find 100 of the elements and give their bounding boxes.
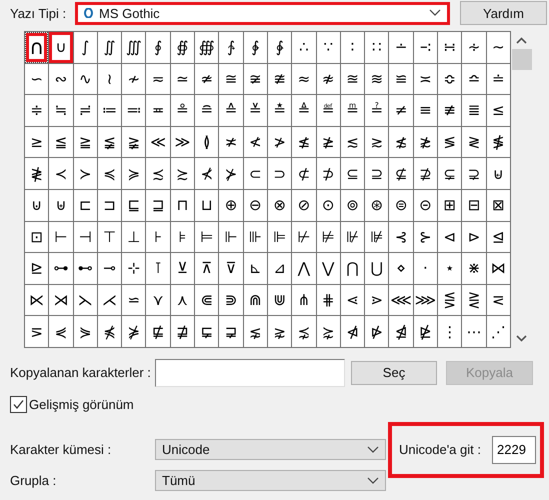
character-cell[interactable]: ⊺	[146, 253, 170, 284]
character-cell[interactable]: ∲	[244, 32, 267, 63]
character-cell[interactable]: ≈	[292, 64, 316, 94]
character-cell[interactable]: ≅	[219, 64, 243, 94]
character-cell[interactable]: ⋮	[438, 316, 462, 347]
character-cell[interactable]: ⊟	[462, 190, 486, 221]
character-cell[interactable]: ≽	[122, 158, 146, 189]
character-cell[interactable]: ∱	[219, 32, 243, 63]
character-cell[interactable]: ≏	[462, 64, 486, 94]
character-cell[interactable]: ⋎	[146, 284, 170, 316]
character-cell[interactable]: ⋉	[25, 284, 48, 316]
character-cell[interactable]: ≯	[268, 126, 292, 158]
character-cell[interactable]: ⋛	[462, 284, 486, 316]
character-cell[interactable]: ⊋	[462, 158, 486, 189]
character-cell[interactable]: ⊜	[389, 190, 413, 221]
character-cell[interactable]: ∹	[414, 32, 438, 63]
character-cell[interactable]: ≒	[49, 95, 73, 126]
character-cell[interactable]: ≖	[146, 95, 170, 126]
character-cell[interactable]: ≋	[365, 64, 388, 94]
character-cell[interactable]: ⋡	[122, 316, 146, 347]
character-cell[interactable]: ⊷	[74, 253, 97, 284]
character-cell[interactable]: ⋗	[365, 284, 388, 316]
character-cell[interactable]: ⊛	[365, 190, 388, 221]
character-cell[interactable]: ⋓	[268, 284, 292, 316]
character-cell[interactable]: ∼	[486, 32, 510, 63]
character-cell[interactable]: ⋃	[365, 253, 388, 284]
dropdown[interactable]: Tümü	[155, 470, 386, 492]
character-cell[interactable]: ≢	[438, 95, 462, 126]
character-cell[interactable]: ≆	[244, 64, 267, 94]
character-cell[interactable]: ⋂	[340, 253, 364, 284]
character-cell[interactable]: ⊣	[74, 222, 97, 252]
character-cell[interactable]: ≴	[389, 126, 413, 158]
character-cell[interactable]: ⋊	[49, 284, 73, 316]
character-cell[interactable]: ⋞	[49, 316, 73, 347]
character-cell[interactable]: ⋠	[98, 316, 122, 347]
character-cell[interactable]: ⋝	[25, 316, 48, 347]
character-cell[interactable]: ⋬	[389, 316, 413, 347]
character-cell[interactable]: ⊦	[146, 222, 170, 252]
character-cell[interactable]: ⋦	[244, 316, 267, 347]
character-cell[interactable]: ≬	[195, 126, 218, 158]
character-cell[interactable]: ∰	[195, 32, 218, 63]
character-cell[interactable]: ∶	[340, 32, 364, 63]
character-cell[interactable]: ⊌	[486, 158, 510, 189]
character-cell[interactable]: ≊	[340, 64, 364, 94]
character-cell[interactable]: ⊫	[268, 222, 292, 252]
character-cell[interactable]: ⊧	[170, 222, 194, 252]
character-cell[interactable]: ≺	[49, 158, 73, 189]
character-cell[interactable]: ⊶	[49, 253, 73, 284]
character-cell[interactable]: ⊽	[219, 253, 243, 284]
character-cell[interactable]: ⋘	[389, 284, 413, 316]
character-cell[interactable]: ≌	[389, 64, 413, 94]
character-cell[interactable]: ∫	[74, 32, 97, 63]
character-cell[interactable]: ⋏	[170, 284, 194, 316]
checkbox[interactable]	[10, 396, 27, 414]
character-cell[interactable]: ⊱	[414, 222, 438, 252]
character-cell[interactable]: ∩	[25, 32, 48, 63]
character-cell[interactable]: ⋫	[365, 316, 388, 347]
character-cell[interactable]: ≝	[316, 95, 340, 126]
character-cell[interactable]: ⊓	[170, 190, 194, 221]
font-dropdown[interactable]: MS Gothic	[75, 2, 450, 24]
scrollbar-thumb[interactable]	[512, 49, 532, 70]
character-cell[interactable]: ⊰	[389, 222, 413, 252]
character-cell[interactable]: ≀	[98, 64, 122, 94]
select-button[interactable]: Seç	[351, 360, 437, 385]
character-cell[interactable]: ⊗	[268, 190, 292, 221]
character-cell[interactable]: ≼	[98, 158, 122, 189]
character-cell[interactable]: ⊁	[219, 158, 243, 189]
character-cell[interactable]: ⊚	[340, 190, 364, 221]
character-cell[interactable]: ∻	[462, 32, 486, 63]
character-cell[interactable]: ⊄	[292, 158, 316, 189]
character-cell[interactable]: ≍	[414, 64, 438, 94]
character-cell[interactable]: ⊹	[122, 253, 146, 284]
character-cell[interactable]: ⋭	[414, 316, 438, 347]
character-cell[interactable]: ⋒	[244, 284, 267, 316]
character-cell[interactable]: ⊾	[244, 253, 267, 284]
character-cell[interactable]: ⋀	[292, 253, 316, 284]
character-cell[interactable]: ∿	[74, 64, 97, 94]
character-cell[interactable]: ⋧	[268, 316, 292, 347]
character-cell[interactable]: ≠	[389, 95, 413, 126]
character-cell[interactable]: ⊠	[486, 190, 510, 221]
character-cell[interactable]: ≶	[438, 126, 462, 158]
character-cell[interactable]: ∯	[170, 32, 194, 63]
character-cell[interactable]: ≭	[219, 126, 243, 158]
copied-characters-field[interactable]	[155, 358, 345, 387]
character-cell[interactable]: ⋩	[316, 316, 340, 347]
character-cell[interactable]: ⋜	[486, 284, 510, 316]
character-cell[interactable]: ⊨	[195, 222, 218, 252]
character-cell[interactable]: ⊵	[25, 253, 48, 284]
character-cell[interactable]: ≥	[25, 126, 48, 158]
character-cell[interactable]: ⊎	[49, 190, 73, 221]
character-cell[interactable]: ∪	[49, 32, 73, 63]
character-cell[interactable]: ⋣	[170, 316, 194, 347]
character-cell[interactable]: ⊈	[389, 158, 413, 189]
character-cell[interactable]: ⋔	[292, 284, 316, 316]
character-cell[interactable]: ⋚	[438, 284, 462, 316]
character-cell[interactable]: ≜	[292, 95, 316, 126]
character-cell[interactable]: ⊆	[340, 158, 364, 189]
character-cell[interactable]: ⋄	[389, 253, 413, 284]
character-cell[interactable]: ⊤	[98, 222, 122, 252]
unicode-field[interactable]: 2229	[492, 436, 536, 464]
